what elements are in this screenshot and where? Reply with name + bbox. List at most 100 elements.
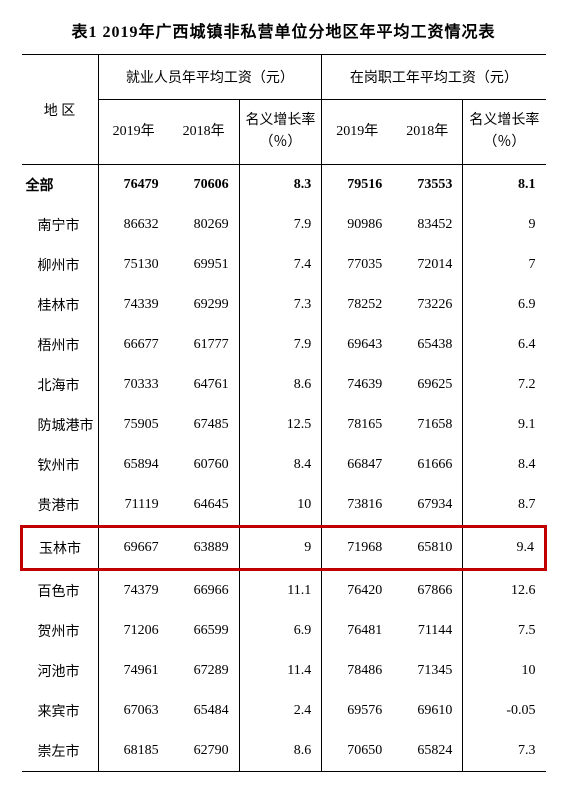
cell-b-2018: 83452 (392, 205, 463, 245)
cell-a-2019: 67063 (98, 691, 169, 731)
table-row: 桂林市74339692997.378252732266.9 (22, 285, 546, 325)
cell-b-rate: 8.4 (463, 445, 546, 485)
cell-a-2018: 69951 (169, 245, 240, 285)
table-body: 全部76479706068.379516735538.1南宁市866328026… (22, 165, 546, 772)
cell-region: 防城港市 (22, 405, 99, 445)
wage-table: 地 区 就业人员年平均工资（元） 在岗职工年平均工资（元） 2019年 2018… (20, 54, 547, 772)
cell-a-2018: 69299 (169, 285, 240, 325)
table-row: 崇左市68185627908.670650658247.3 (22, 731, 546, 772)
cell-a-2019: 86632 (98, 205, 169, 245)
cell-b-rate: 6.4 (463, 325, 546, 365)
cell-a-rate: 7.9 (239, 205, 322, 245)
cell-a-rate: 8.4 (239, 445, 322, 485)
cell-b-rate: 9 (463, 205, 546, 245)
cell-a-2019: 69667 (98, 527, 169, 570)
cell-a-rate: 11.4 (239, 651, 322, 691)
cell-b-2018: 65438 (392, 325, 463, 365)
col-a-2018: 2018年 (169, 100, 240, 165)
cell-region: 柳州市 (22, 245, 99, 285)
cell-a-2018: 60760 (169, 445, 240, 485)
cell-region: 钦州市 (22, 445, 99, 485)
table-row: 来宾市67063654842.46957669610-0.05 (22, 691, 546, 731)
cell-a-rate: 6.9 (239, 611, 322, 651)
table-row: 贺州市71206665996.976481711447.5 (22, 611, 546, 651)
cell-b-2018: 73553 (392, 165, 463, 206)
cell-b-2019: 69643 (322, 325, 393, 365)
cell-a-2019: 66677 (98, 325, 169, 365)
col-b-2019: 2019年 (322, 100, 393, 165)
table-row: 河池市749616728911.4784867134510 (22, 651, 546, 691)
cell-a-2019: 74961 (98, 651, 169, 691)
cell-a-rate: 8.6 (239, 365, 322, 405)
cell-b-2018: 71144 (392, 611, 463, 651)
cell-a-2018: 66966 (169, 570, 240, 612)
cell-a-2019: 68185 (98, 731, 169, 772)
cell-b-rate: 12.6 (463, 570, 546, 612)
cell-a-2018: 67485 (169, 405, 240, 445)
cell-a-2019: 71119 (98, 485, 169, 527)
cell-a-rate: 7.3 (239, 285, 322, 325)
cell-a-2019: 65894 (98, 445, 169, 485)
col-a-2019: 2019年 (98, 100, 169, 165)
col-group-onpost: 在岗职工年平均工资（元） (322, 55, 546, 100)
cell-a-rate: 2.4 (239, 691, 322, 731)
cell-a-2018: 64645 (169, 485, 240, 527)
cell-b-2018: 69625 (392, 365, 463, 405)
cell-b-rate: 9.4 (463, 527, 546, 570)
cell-b-2018: 71345 (392, 651, 463, 691)
cell-b-2019: 76481 (322, 611, 393, 651)
cell-region: 桂林市 (22, 285, 99, 325)
cell-region: 全部 (22, 165, 99, 206)
col-group-employed: 就业人员年平均工资（元） (98, 55, 322, 100)
table-row: 全部76479706068.379516735538.1 (22, 165, 546, 206)
cell-b-2019: 78486 (322, 651, 393, 691)
cell-region: 百色市 (22, 570, 99, 612)
table-row: 百色市743796696611.1764206786612.6 (22, 570, 546, 612)
cell-b-rate: 7.5 (463, 611, 546, 651)
cell-region: 来宾市 (22, 691, 99, 731)
cell-b-2018: 73226 (392, 285, 463, 325)
cell-b-rate: 6.9 (463, 285, 546, 325)
cell-b-rate: 7 (463, 245, 546, 285)
cell-a-2018: 64761 (169, 365, 240, 405)
table-row: 北海市70333647618.674639696257.2 (22, 365, 546, 405)
cell-b-2019: 73816 (322, 485, 393, 527)
cell-a-rate: 12.5 (239, 405, 322, 445)
cell-region: 南宁市 (22, 205, 99, 245)
cell-b-2018: 65824 (392, 731, 463, 772)
cell-a-rate: 8.6 (239, 731, 322, 772)
cell-a-rate: 7.4 (239, 245, 322, 285)
table-row: 防城港市759056748512.578165716589.1 (22, 405, 546, 445)
cell-region: 贵港市 (22, 485, 99, 527)
cell-a-2019: 74339 (98, 285, 169, 325)
cell-a-2019: 70333 (98, 365, 169, 405)
cell-b-2019: 69576 (322, 691, 393, 731)
cell-a-rate: 7.9 (239, 325, 322, 365)
cell-a-2018: 65484 (169, 691, 240, 731)
table-row: 南宁市86632802697.990986834529 (22, 205, 546, 245)
cell-b-2018: 65810 (392, 527, 463, 570)
cell-b-rate: -0.05 (463, 691, 546, 731)
cell-region: 梧州市 (22, 325, 99, 365)
cell-b-2019: 79516 (322, 165, 393, 206)
cell-b-2019: 78252 (322, 285, 393, 325)
table-title: 表1 2019年广西城镇非私营单位分地区年平均工资情况表 (20, 18, 547, 42)
cell-a-rate: 10 (239, 485, 322, 527)
table-row: 玉林市6966763889971968658109.4 (22, 527, 546, 570)
table-row: 柳州市75130699517.477035720147 (22, 245, 546, 285)
cell-b-2019: 74639 (322, 365, 393, 405)
cell-a-rate: 11.1 (239, 570, 322, 612)
cell-b-2018: 61666 (392, 445, 463, 485)
cell-a-2018: 62790 (169, 731, 240, 772)
cell-b-rate: 10 (463, 651, 546, 691)
cell-region: 北海市 (22, 365, 99, 405)
cell-region: 贺州市 (22, 611, 99, 651)
cell-b-rate: 8.1 (463, 165, 546, 206)
cell-region: 河池市 (22, 651, 99, 691)
cell-b-2018: 71658 (392, 405, 463, 445)
cell-b-2018: 67934 (392, 485, 463, 527)
cell-b-rate: 9.1 (463, 405, 546, 445)
table-row: 贵港市71119646451073816679348.7 (22, 485, 546, 527)
col-b-2018: 2018年 (392, 100, 463, 165)
cell-a-2018: 80269 (169, 205, 240, 245)
